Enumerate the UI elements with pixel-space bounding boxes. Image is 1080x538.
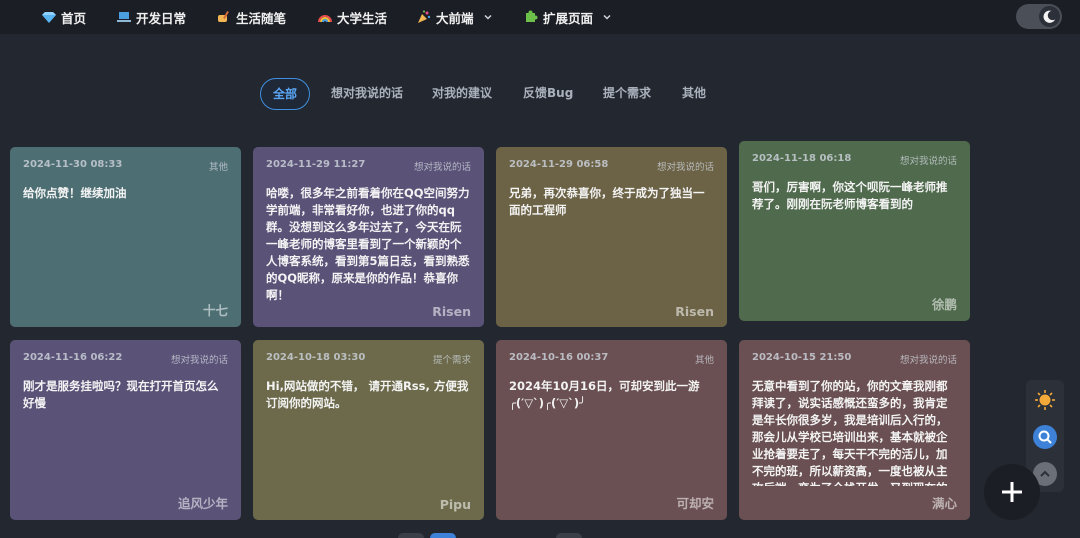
card-date: 2024-11-29 11:27 <box>266 159 366 170</box>
card-text: 兄弟，再次恭喜你，终于成为了独当一面的工程师 <box>509 186 705 217</box>
nav-item-label: 扩展页面 <box>543 10 594 26</box>
laptop-icon <box>117 12 131 22</box>
puzzle-icon <box>526 10 538 22</box>
message-card[interactable]: 2024-11-30 08:33 其他 给你点赞！继续加油 十七 <box>10 147 241 327</box>
card-date: 2024-10-16 00:37 <box>509 352 609 363</box>
card-tag: 想对我说的话 <box>656 162 714 173</box>
card-date: 2024-11-16 06:22 <box>23 352 123 363</box>
card-text: 2024年10月16日，可却安到此一游╭(′▽`)╭(′▽`)╯ <box>509 379 700 410</box>
card-author: Risen <box>432 304 471 319</box>
tab-to-me[interactable]: 想对我说的话 <box>331 78 403 110</box>
card-author: Pipu <box>439 497 471 512</box>
nav-item-label: 首页 <box>61 10 87 26</box>
add-message-button[interactable] <box>984 464 1040 520</box>
nav-item-label: 大前端 <box>436 10 474 26</box>
pagination-item-active[interactable] <box>430 533 456 538</box>
card-date: 2024-11-18 06:18 <box>752 153 852 164</box>
chevron-down-icon <box>603 14 611 20</box>
card-tag: 想对我说的话 <box>170 355 228 366</box>
card-text: 给你点赞！继续加油 <box>23 186 127 200</box>
sun-icon[interactable] <box>1033 388 1057 412</box>
top-nav: 首页 开发日常 生活随笔 大学生活 大前端 扩展页面 <box>0 0 1080 34</box>
nav-item-college[interactable]: 大学生活 <box>318 7 387 27</box>
message-card[interactable]: 2024-10-16 00:37 其他 2024年10月16日，可却安到此一游╭… <box>496 340 727 520</box>
card-text: 哈喽，很多年之前看着你在QQ空间努力学前端，非常看好你，也进了你的qq群。没想到… <box>266 186 470 302</box>
message-card[interactable]: 2024-10-18 03:30 提个需求 Hi,网站做的不错， 请开通Rss,… <box>253 340 484 520</box>
card-date: 2024-10-15 21:50 <box>752 352 852 363</box>
card-text: 无意中看到了你的站，你的文章我刚都拜读了，说实话感慨还蛮多的，我肯定是年长你很多… <box>752 379 948 486</box>
writing-hand-icon <box>218 11 229 22</box>
card-author: 追风少年 <box>177 496 228 511</box>
tab-feature-request[interactable]: 提个需求 <box>603 78 651 110</box>
card-tag: 提个需求 <box>432 355 471 366</box>
tab-bug-feedback[interactable]: 反馈Bug <box>523 78 573 110</box>
nav-item-extensions[interactable]: 扩展页面 <box>524 7 612 27</box>
message-card[interactable]: 2024-11-18 06:18 想对我说的话 哥们，厉害啊，你这个呗阮一峰老师… <box>739 141 970 321</box>
nav-item-label: 大学生活 <box>337 10 388 26</box>
card-author: 可却安 <box>676 496 714 511</box>
card-tag: 其他 <box>694 355 714 366</box>
card-tag: 想对我说的话 <box>413 162 471 173</box>
tab-suggestions[interactable]: 对我的建议 <box>432 78 492 110</box>
pagination-item[interactable] <box>556 533 582 538</box>
card-date: 2024-11-29 06:58 <box>509 159 609 170</box>
card-author: 徐鹏 <box>931 297 957 312</box>
card-tag: 其他 <box>208 162 228 173</box>
plus-icon <box>1002 482 1022 502</box>
card-author: 十七 <box>202 303 228 318</box>
moon-icon <box>1039 6 1060 27</box>
card-text: 哥们，厉害啊，你这个呗阮一峰老师推荐了。刚刚在阮老师博客看到的 <box>752 180 948 211</box>
party-popper-icon <box>418 10 431 23</box>
tab-other[interactable]: 其他 <box>682 78 706 110</box>
card-author: 满心 <box>931 496 957 511</box>
nav-item-label: 开发日常 <box>136 10 187 26</box>
nav-item-life[interactable]: 生活随笔 <box>217 7 286 27</box>
nav-item-frontend[interactable]: 大前端 <box>417 7 493 27</box>
card-tag: 想对我说的话 <box>899 355 957 366</box>
card-tag: 想对我说的话 <box>899 156 957 167</box>
message-card[interactable]: 2024-10-15 21:50 想对我说的话 无意中看到了你的站，你的文章我刚… <box>739 340 970 520</box>
message-card[interactable]: 2024-11-16 06:22 想对我说的话 刚才是服务挂啦吗？现在打开首页怎… <box>10 340 241 520</box>
card-text: Hi,网站做的不错， 请开通Rss, 方便我订阅你的网站。 <box>266 379 469 410</box>
card-author: Risen <box>675 304 714 319</box>
nav-item-dev[interactable]: 开发日常 <box>117 7 186 27</box>
card-date: 2024-11-30 08:33 <box>23 159 123 170</box>
tab-all[interactable]: 全部 <box>260 78 311 110</box>
chevron-down-icon <box>483 14 492 20</box>
pagination-item[interactable] <box>398 533 424 538</box>
card-text: 刚才是服务挂啦吗？现在打开首页怎么好慢 <box>23 379 219 410</box>
nav-item-label: 生活随笔 <box>236 10 287 26</box>
theme-toggle[interactable] <box>1016 4 1062 29</box>
rainbow-icon <box>318 15 332 23</box>
diamond-icon <box>42 12 56 23</box>
message-card[interactable]: 2024-11-29 06:58 想对我说的话 兄弟，再次恭喜你，终于成为了独当… <box>496 147 727 327</box>
search-icon[interactable] <box>1033 425 1057 449</box>
nav-item-home[interactable]: 首页 <box>42 7 86 27</box>
message-card[interactable]: 2024-11-29 11:27 想对我说的话 哈喽，很多年之前看着你在QQ空间… <box>253 147 484 327</box>
card-date: 2024-10-18 03:30 <box>266 352 366 363</box>
